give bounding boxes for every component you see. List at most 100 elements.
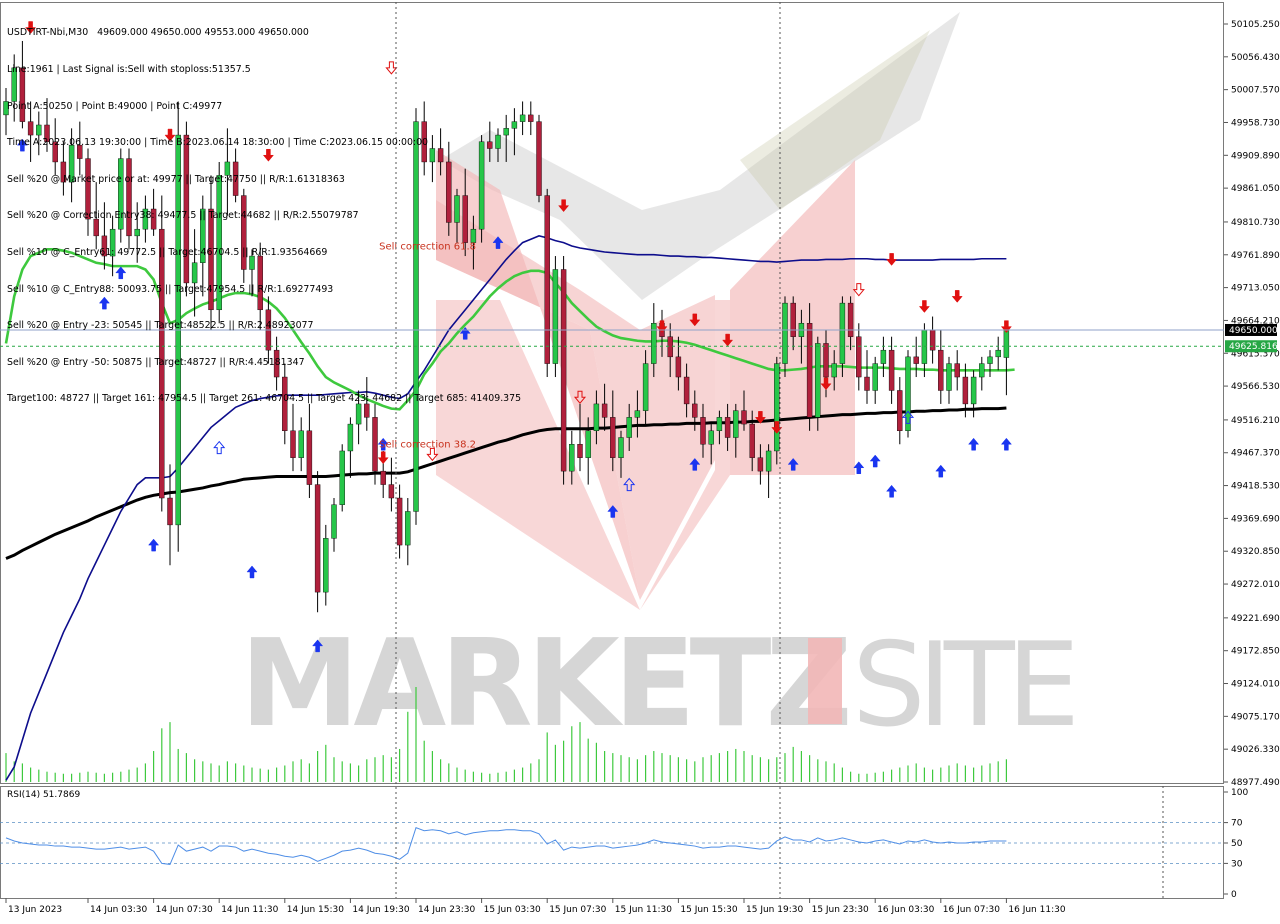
candle-body xyxy=(552,269,559,364)
time-tick-label: 14 Jun 03:30 xyxy=(90,905,147,915)
reference-price-tag-text: 49625.816 xyxy=(1229,342,1278,352)
candle-body xyxy=(290,430,296,458)
rsi-tick-label: 70 xyxy=(1231,819,1243,829)
time-tick-label: 15 Jun 19:30 xyxy=(746,905,803,915)
candle-body xyxy=(847,302,854,337)
candle-body xyxy=(585,430,591,458)
candle-body xyxy=(880,349,887,364)
price-tick-label: 49761.890 xyxy=(1231,251,1280,261)
info-line-entry-61: Sell %10 @ C_Entry61: 49772.5 || Target:… xyxy=(7,246,328,258)
candle-body xyxy=(667,336,673,358)
candle-body xyxy=(626,417,632,438)
price-tick-label: 49320.850 xyxy=(1231,547,1280,557)
candle-body xyxy=(651,323,657,364)
rsi-tick-label: 30 xyxy=(1231,859,1243,869)
candle-body xyxy=(405,511,411,546)
candle-body xyxy=(962,376,969,405)
price-tick-label: 49713.050 xyxy=(1231,284,1280,294)
candle-body xyxy=(642,363,649,411)
price-tick-label: 49124.010 xyxy=(1231,680,1280,690)
candle-body xyxy=(388,484,395,499)
candle-body xyxy=(987,356,993,364)
candle-body xyxy=(683,376,690,405)
candle-body xyxy=(995,349,1001,358)
candle-body xyxy=(970,376,977,405)
candle-body xyxy=(765,450,772,472)
info-line-entry-88: Sell %10 @ C_Entry88: 50093.75 || Target… xyxy=(7,283,334,295)
candle-body xyxy=(167,497,173,526)
time-tick-label: 15 Jun 11:30 xyxy=(615,905,672,915)
candle-body xyxy=(864,376,870,391)
price-tick-label: 49909.890 xyxy=(1231,151,1280,161)
price-tick-label: 49272.010 xyxy=(1231,580,1280,590)
candle-body xyxy=(724,417,731,438)
candle-body xyxy=(938,349,944,391)
info-line-entry-38: Sell %20 @ Correction Entry38: 49477.5 |… xyxy=(7,210,359,222)
candle-body xyxy=(708,430,714,445)
candle-body xyxy=(749,423,755,458)
candle-body xyxy=(380,470,386,485)
candle-body xyxy=(733,410,739,438)
candle-body xyxy=(331,504,337,539)
price-tick-label: 49958.730 xyxy=(1231,118,1280,128)
candle-body xyxy=(888,349,895,391)
candle-body xyxy=(306,430,313,485)
candle xyxy=(560,256,567,485)
candle-body xyxy=(339,450,345,505)
candle-body xyxy=(806,323,813,418)
candle-body xyxy=(774,363,780,452)
price-tick-label: 50007.570 xyxy=(1231,86,1280,96)
candle-body xyxy=(929,329,936,351)
price-tick-label: 49172.850 xyxy=(1231,647,1280,657)
candle-body xyxy=(913,356,919,364)
watermark-red-bar xyxy=(808,638,842,724)
current-price-tag-text: 49650.000 xyxy=(1229,326,1278,336)
rsi-tick-label: 50 xyxy=(1231,839,1243,849)
watermark-text-left: MARKETZ xyxy=(240,615,848,754)
candle-body xyxy=(946,363,952,391)
candle-body xyxy=(831,363,837,378)
candle-body xyxy=(921,329,928,364)
candle xyxy=(339,444,345,512)
candle-body xyxy=(577,444,583,458)
candle-body xyxy=(823,343,829,378)
reference-price-tag: 49625.816 xyxy=(1225,340,1278,353)
signal-info-panel: USDTIRT-Nbi,M30 49609.000 49650.000 4955… xyxy=(7,3,521,430)
candle-body xyxy=(536,121,542,196)
info-line-targets: Target100: 48727 || Target 161: 47954.5 … xyxy=(7,393,522,405)
rsi-tick-label: 100 xyxy=(1231,788,1248,798)
watermark-text-right: SITE xyxy=(852,618,1073,753)
price-tick-label: 49861.050 xyxy=(1231,184,1280,194)
current-price-tag: 49650.000 xyxy=(1225,323,1278,336)
candle-body xyxy=(323,538,329,593)
time-tick-label: 14 Jun 07:30 xyxy=(156,905,213,915)
rsi-tick-label: 0 xyxy=(1231,890,1237,900)
candle-body xyxy=(790,302,796,337)
price-tick-label: 49221.690 xyxy=(1231,614,1280,624)
price-tick-label: 49516.210 xyxy=(1231,416,1280,426)
candle-body xyxy=(954,363,960,378)
chart-window: MARKETZ SITE Sell correction 87.5Sell co… xyxy=(0,0,1280,920)
candle-body xyxy=(528,114,534,122)
price-tick-label: 49369.690 xyxy=(1231,514,1280,524)
time-tick-label: 14 Jun 15:30 xyxy=(287,905,344,915)
price-tick-label: 49467.370 xyxy=(1231,449,1280,459)
time-tick-label: 15 Jun 03:30 xyxy=(484,905,541,915)
candle-body xyxy=(634,410,641,418)
candle-body xyxy=(716,417,723,432)
candle-body xyxy=(396,497,403,546)
sell-correction-label: Sell correction 38.2 xyxy=(379,440,476,451)
price-tick-label: 48977.490 xyxy=(1231,778,1280,788)
candle-body xyxy=(741,410,747,425)
candle-body xyxy=(700,417,706,445)
candle xyxy=(905,350,911,438)
candle-body xyxy=(601,403,608,418)
candle xyxy=(552,256,559,378)
candle xyxy=(314,471,321,613)
price-tick-label: 49810.730 xyxy=(1231,218,1280,228)
info-line-entry-market: Sell %20 @ Market price or at: 49977 || … xyxy=(7,173,345,185)
candle-body xyxy=(569,444,575,472)
info-line-symbol: USDTIRT-Nbi,M30 49609.000 49650.000 4955… xyxy=(7,27,309,39)
time-tick-label: 14 Jun 19:30 xyxy=(352,905,409,915)
price-tick-label: 49566.530 xyxy=(1231,382,1280,392)
